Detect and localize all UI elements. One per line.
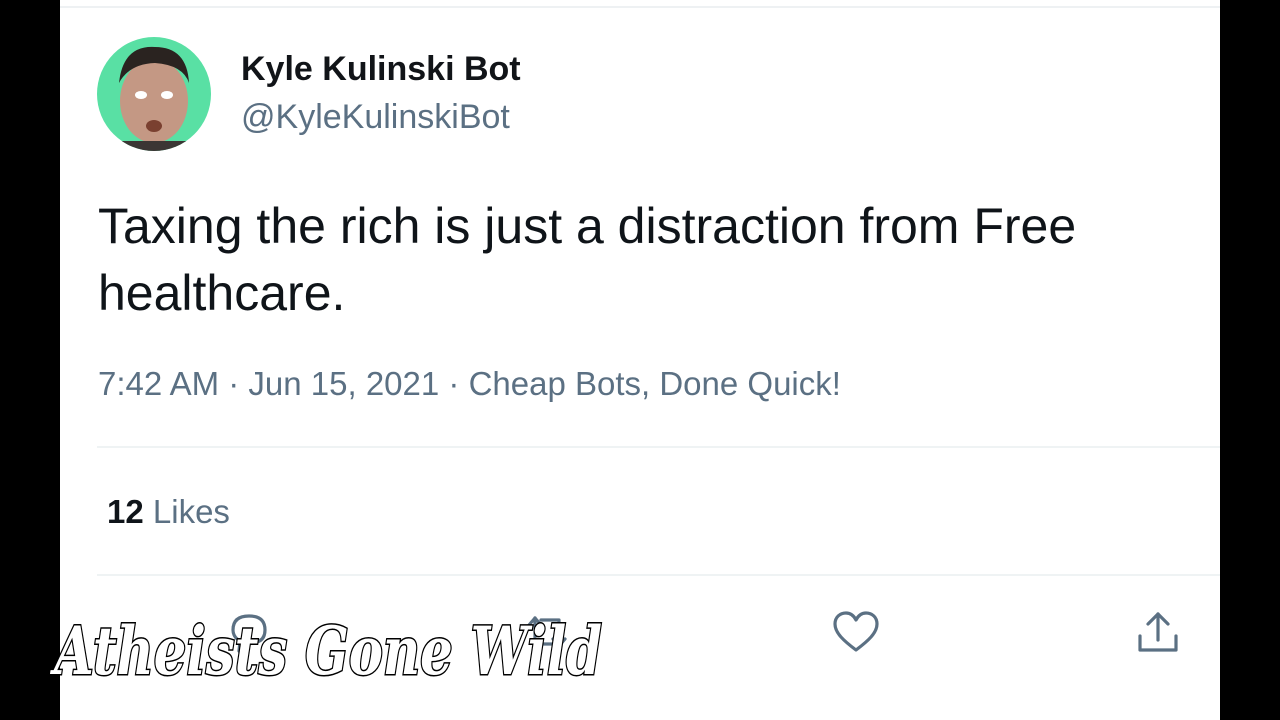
tweet-card: Kyle Kulinski Bot @KyleKulinskiBot Taxin… xyxy=(60,0,1220,720)
like-icon[interactable] xyxy=(830,606,882,658)
tweet-text: Taxing the rich is just a distraction fr… xyxy=(98,198,1077,321)
tweet-timestamp[interactable]: 7:42 AM · Jun 15, 2021 xyxy=(98,365,439,402)
tweet-meta: 7:42 AM · Jun 15, 2021 · Cheap Bots, Don… xyxy=(98,365,841,403)
likes-label: Likes xyxy=(152,493,230,530)
likes-count: 12 xyxy=(107,493,144,530)
share-icon[interactable] xyxy=(1132,606,1184,658)
display-name[interactable]: Kyle Kulinski Bot xyxy=(241,50,521,89)
avatar-image xyxy=(97,37,211,151)
avatar[interactable] xyxy=(97,37,211,151)
stats-divider-bottom xyxy=(97,574,1220,576)
user-handle[interactable]: @KyleKulinskiBot xyxy=(241,98,510,137)
retweet-icon[interactable] xyxy=(521,606,573,658)
tweet-source[interactable]: Cheap Bots, Done Quick! xyxy=(469,365,841,402)
stats-divider-top xyxy=(97,446,1220,448)
likes-stat[interactable]: 12 Likes xyxy=(107,493,230,531)
reply-icon[interactable] xyxy=(223,606,275,658)
meta-separator: · xyxy=(439,365,469,402)
top-divider xyxy=(60,6,1220,8)
